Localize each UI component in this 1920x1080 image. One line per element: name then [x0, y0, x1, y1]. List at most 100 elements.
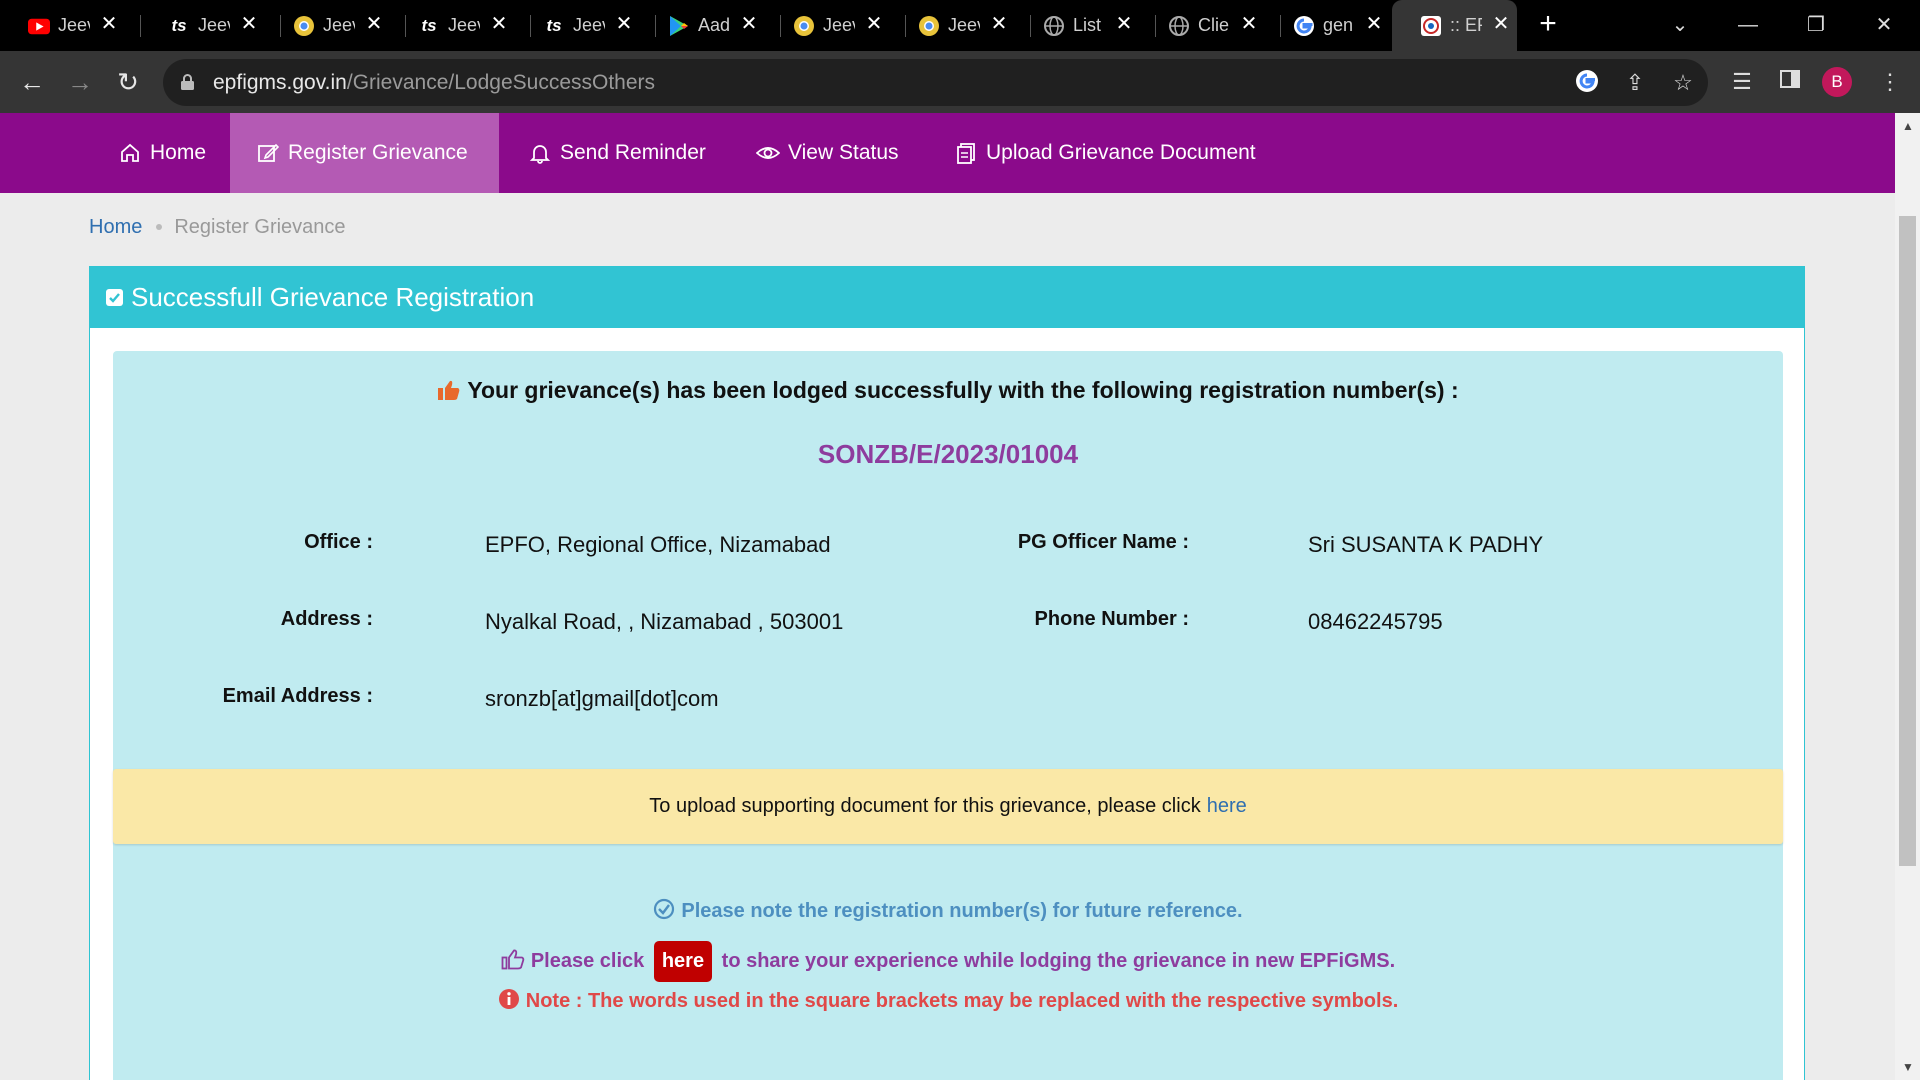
scrollbar-thumb[interactable] — [1899, 216, 1916, 866]
close-icon[interactable]: ✕ — [988, 13, 1010, 35]
browser-toolbar: ← → ↻ epfigms.gov.in/Grievance/LodgeSucc… — [0, 51, 1920, 113]
feedback-here-button[interactable]: here — [653, 941, 713, 982]
office-value: EPFO, Regional Office, Nizamabad — [485, 532, 831, 557]
edit-icon — [256, 141, 280, 165]
close-icon[interactable]: ✕ — [1490, 13, 1512, 35]
nav-view-status[interactable]: View Status — [730, 113, 925, 193]
reload-icon[interactable]: ↻ — [114, 68, 142, 96]
success-lead: Your grievance(s) has been lodged succes… — [113, 377, 1783, 407]
tab-title: :: EP — [1450, 15, 1482, 35]
media-control-icon[interactable]: ☰ — [1728, 68, 1756, 96]
close-window-icon[interactable]: ✕ — [1864, 8, 1904, 42]
close-icon[interactable]: ✕ — [488, 13, 510, 35]
google-icon — [1293, 15, 1315, 37]
tab-title: List — [1073, 15, 1102, 35]
browser-tab[interactable]: List ✕ — [1015, 0, 1156, 51]
scroll-up-arrow-icon[interactable]: ▲ — [1902, 119, 1914, 133]
google-lens-icon[interactable] — [1573, 69, 1601, 97]
browser-tab[interactable]: Jeev ✕ — [265, 0, 406, 51]
scroll-down-arrow-icon[interactable]: ▼ — [1902, 1060, 1914, 1074]
success-message-box: Your grievance(s) has been lodged succes… — [113, 351, 1783, 1080]
tab-title: Clie — [1198, 15, 1230, 35]
breadcrumb-home-link[interactable]: Home — [89, 216, 142, 238]
globe-icon — [1043, 15, 1065, 37]
nav-upload-document[interactable]: Upload Grievance Document — [928, 113, 1282, 193]
close-icon[interactable]: ✕ — [863, 13, 885, 35]
back-icon[interactable]: ← — [18, 68, 46, 96]
panel-header: Successfull Grievance Registration — [90, 267, 1804, 328]
bell-icon — [528, 141, 552, 165]
success-panel: Successfull Grievance Registration Your … — [89, 266, 1805, 1080]
epfo-icon — [1420, 15, 1442, 37]
ts-icon: ts — [171, 16, 187, 35]
close-icon[interactable]: ✕ — [613, 13, 635, 35]
registration-number: SONZB/E/2023/01004 — [817, 439, 1079, 469]
close-icon[interactable]: ✕ — [738, 13, 760, 35]
home-icon — [118, 141, 142, 165]
tab-title: Aad — [698, 15, 730, 35]
email-value: sronzb[at]gmail[dot]com — [485, 686, 719, 711]
browser-tab[interactable]: ts Jeev ✕ — [515, 0, 656, 51]
close-icon[interactable]: ✕ — [98, 13, 120, 35]
nav-send-reminder[interactable]: Send Reminder — [502, 113, 732, 193]
address-bar[interactable]: epfigms.gov.in/Grievance/LodgeSuccessOth… — [163, 59, 1708, 106]
play-store-icon — [668, 15, 690, 37]
chrome-icon — [293, 15, 315, 37]
bookmark-star-icon[interactable]: ☆ — [1669, 69, 1697, 97]
browser-tab-active[interactable]: :: EP ✕ — [1392, 0, 1517, 51]
upload-notice: To upload supporting document for this g… — [113, 769, 1783, 844]
browser-tab[interactable]: ts Jeev ✕ — [390, 0, 531, 51]
ts-icon: ts — [421, 16, 437, 35]
breadcrumb-separator — [156, 224, 163, 230]
browser-tab[interactable]: Jeev ✕ — [890, 0, 1031, 51]
close-icon[interactable]: ✕ — [238, 13, 260, 35]
browser-tab[interactable]: Jeev ✕ — [0, 0, 141, 51]
browser-tab[interactable]: Clie ✕ — [1140, 0, 1281, 51]
nav-home-label: Home — [150, 141, 207, 164]
url-text: epfigms.gov.in/Grievance/LodgeSuccessOth… — [213, 71, 656, 94]
profile-avatar[interactable]: B — [1822, 67, 1852, 97]
tab-title: Jeev — [58, 15, 90, 35]
check-circle-icon — [653, 898, 675, 926]
browser-tab[interactable]: gen ✕ — [1265, 0, 1390, 51]
forward-icon[interactable]: → — [66, 68, 94, 96]
browser-tab[interactable]: ts Jeev ✕ — [140, 0, 281, 51]
upload-here-link[interactable]: here — [1207, 795, 1247, 818]
close-icon[interactable]: ✕ — [363, 13, 385, 35]
share-icon[interactable]: ⇪ — [1621, 69, 1649, 97]
office-label: Office : — [304, 531, 373, 553]
side-panel-icon[interactable] — [1776, 68, 1804, 96]
globe-icon — [1168, 15, 1190, 37]
tab-title: Jeev — [823, 15, 855, 35]
tab-title: Jeev — [573, 15, 605, 35]
email-label: Email Address : — [222, 685, 373, 707]
restore-icon[interactable]: ❐ — [1796, 8, 1836, 42]
address-label: Address : — [280, 608, 373, 630]
close-icon[interactable]: ✕ — [1238, 13, 1260, 35]
nav-home[interactable]: Home — [92, 113, 232, 193]
thumbs-up-outline-icon — [501, 948, 525, 976]
close-icon[interactable]: ✕ — [1363, 13, 1385, 35]
nav-status-label: View Status — [788, 141, 899, 164]
lock-icon — [181, 74, 194, 90]
close-icon[interactable]: ✕ — [1113, 13, 1135, 35]
breadcrumb: Home Register Grievance — [89, 216, 346, 239]
nav-reminder-label: Send Reminder — [560, 141, 706, 164]
browser-tab[interactable]: Aad ✕ — [640, 0, 781, 51]
tab-title: Jeev — [948, 15, 980, 35]
chrome-icon — [793, 15, 815, 37]
tab-title: Jeev — [198, 15, 230, 35]
menu-kebab-icon[interactable]: ⋮ — [1876, 68, 1904, 96]
nav-register-grievance[interactable]: Register Grievance — [230, 113, 499, 193]
document-icon — [954, 141, 978, 165]
minimize-icon[interactable]: — — [1728, 8, 1768, 42]
site-navbar: Home Register Grievance Send Reminder Vi… — [0, 113, 1895, 193]
reference-note: Please note the registration number(s) f… — [113, 898, 1783, 926]
pg-officer-value: Sri SUSANTA K PADHY — [1308, 532, 1544, 557]
browser-tab[interactable]: Jeev ✕ — [765, 0, 906, 51]
new-tab-button[interactable]: + — [1533, 9, 1563, 39]
page-scrollbar[interactable]: ▲ ▼ — [1895, 113, 1920, 1080]
symbols-note: Note : The words used in the square brac… — [113, 988, 1783, 1016]
nav-upload-label: Upload Grievance Document — [986, 141, 1256, 164]
tab-search-icon[interactable]: ⌄ — [1660, 8, 1700, 42]
